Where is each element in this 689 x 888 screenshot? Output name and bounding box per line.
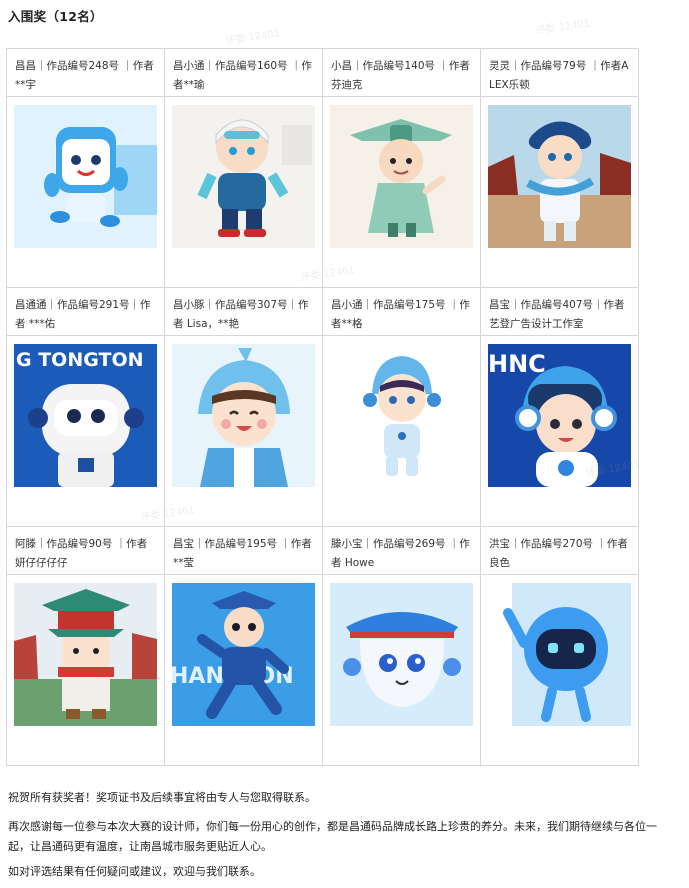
blue-box-mascot-image <box>14 105 157 248</box>
roof-ghost-mascot-image <box>330 583 473 726</box>
entry-caption: 昌宝｜作品编号407号｜作者 艺登广告设计工作室 <box>489 299 625 330</box>
astronaut-dolphin-mascot-image <box>330 344 473 487</box>
watermark: 评委 12401 <box>534 18 591 37</box>
section-heading: 入围奖（12名） <box>8 9 103 24</box>
thanks-paragraph: 再次感谢每一位参与本次大赛的设计师，你们每一份用心的创作，都是昌通码品牌成长路上… <box>8 820 657 853</box>
contact-paragraph: 如对评选结果有任何疑问或建议，欢迎与我们联系。 <box>8 865 261 878</box>
entry-caption: 昌宝｜作品编号195号 ｜作者**莹 <box>173 538 312 569</box>
entry-caption: 昌小通｜作品编号160号 ｜作者**瑜 <box>173 60 312 91</box>
helmet-boy-mascot-image <box>172 105 315 248</box>
tongtong-robot-mascot-image: G TONGTON <box>14 344 157 487</box>
robot-runner-mascot-image: HANGTON <box>172 583 315 726</box>
entry-caption: 小昌｜作品编号140号 ｜作者芬迪克 <box>331 60 470 91</box>
entry-caption: 昌通通｜作品编号291号｜作者 ***佑 <box>15 299 151 330</box>
image-text: HNC <box>488 350 546 378</box>
entry-caption: 洪宝｜作品编号270号 ｜作者 良色 <box>489 538 628 569</box>
entries-table: 昌昌｜作品编号248号 ｜作者**宇 昌小通｜作品编号160号 ｜作者**瑜 小昌｜… <box>6 48 639 766</box>
entry-caption: 滕小宝｜作品编号269号 ｜作者 Howe <box>331 538 470 569</box>
tengwang-tower-mascot-image <box>14 583 157 726</box>
entry-caption: 昌小通｜作品编号175号 ｜作者**格 <box>331 299 470 330</box>
entry-caption: 昌小豚｜作品编号307号｜作者 Lisa，**艳 <box>173 299 309 330</box>
blue-hair-mascot-image <box>488 105 631 248</box>
dolphin-hood-girl-mascot-image <box>172 344 315 487</box>
entry-caption: 昌昌｜作品编号248号 ｜作者**宇 <box>15 60 154 91</box>
headphone-dolphin-mascot-image: HNC <box>488 344 631 487</box>
entry-caption: 灵灵｜作品编号79号 ｜作者ALEX乐顿 <box>489 60 629 91</box>
screen-face-mascot-image <box>488 583 631 726</box>
green-pavilion-mascot-image <box>330 105 473 248</box>
congrats-paragraph: 祝贺所有获奖者！奖项证书及后续事宜将由专人与您取得联系。 <box>8 791 316 804</box>
watermark: 评委 12401 <box>224 28 281 47</box>
entry-caption: 阿滕｜作品编号90号 ｜作者 妍仔仔仔仔 <box>15 538 148 569</box>
image-text: G TONGTON <box>16 349 144 371</box>
